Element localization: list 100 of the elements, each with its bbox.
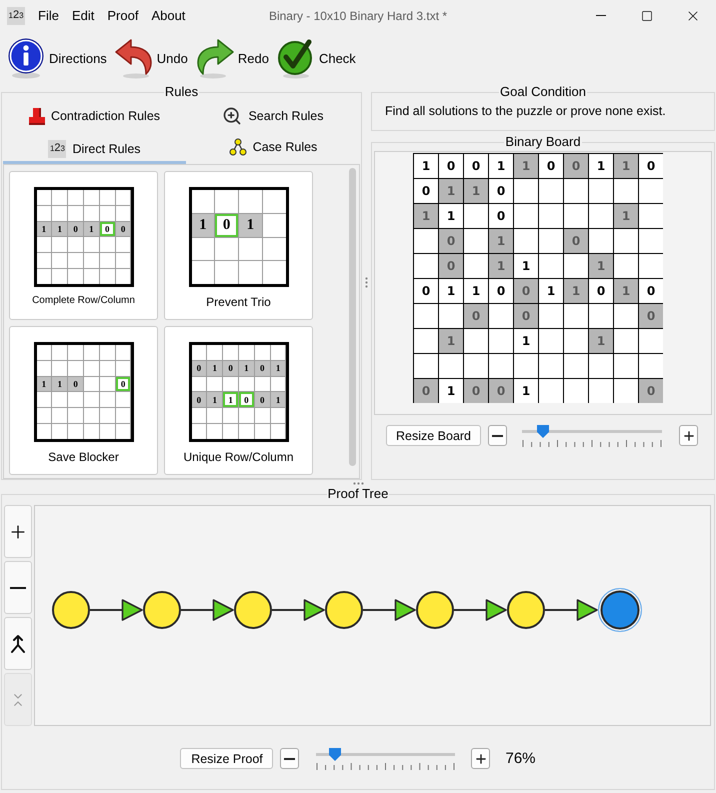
merge-button[interactable] <box>4 617 32 670</box>
board-cell[interactable]: 0 <box>489 204 513 228</box>
transition-arrow[interactable] <box>545 599 598 621</box>
rule-card[interactable]: 0 1 0 1 0 1 0 1 1 0 0 1 Unique Row/Column <box>164 326 313 475</box>
resize-board-button[interactable]: Resize Board <box>386 425 481 446</box>
board-cell[interactable] <box>564 304 588 328</box>
board-cell[interactable]: 1 <box>589 154 613 178</box>
minimize-icon[interactable] <box>596 15 606 16</box>
board-cell[interactable]: 1 <box>439 279 463 303</box>
board-cell[interactable] <box>639 329 663 353</box>
board-cell[interactable] <box>614 354 638 378</box>
board-cell[interactable] <box>614 254 638 278</box>
board-cell[interactable] <box>639 354 663 378</box>
board-cell[interactable] <box>514 179 538 203</box>
board-cell[interactable]: 1 <box>414 154 438 178</box>
rules-tab[interactable]: Contradiction Rules <box>3 102 186 133</box>
board-cell[interactable] <box>639 204 663 228</box>
board-cell[interactable]: 1 <box>514 379 538 403</box>
board-cell[interactable] <box>539 304 563 328</box>
board-cell[interactable] <box>464 329 488 353</box>
board-cell[interactable] <box>614 329 638 353</box>
board-cell[interactable] <box>639 179 663 203</box>
menu-item[interactable]: Edit <box>72 8 94 23</box>
board-cell[interactable] <box>589 379 613 403</box>
directions-button[interactable]: Directions <box>4 35 109 81</box>
scrollbar-thumb[interactable] <box>349 168 356 466</box>
board-cell[interactable]: 0 <box>414 279 438 303</box>
board-cell[interactable]: 1 <box>489 154 513 178</box>
board-cell[interactable] <box>564 204 588 228</box>
board-cell[interactable] <box>614 379 638 403</box>
board-cell[interactable] <box>439 354 463 378</box>
board-cell[interactable]: 0 <box>639 154 663 178</box>
board-cell[interactable] <box>614 229 638 253</box>
transition-arrow[interactable] <box>454 599 507 621</box>
undo-button[interactable]: Undo <box>112 35 190 81</box>
check-button[interactable]: Check <box>274 35 358 81</box>
board-cell[interactable] <box>514 204 538 228</box>
board-cell[interactable] <box>564 329 588 353</box>
transition-arrow[interactable] <box>181 599 234 621</box>
board-cell[interactable] <box>464 204 488 228</box>
menu-item[interactable]: File <box>38 8 59 23</box>
zoom-out-button[interactable] <box>280 748 300 769</box>
board-cell[interactable] <box>414 354 438 378</box>
zoom-in-button[interactable] <box>471 748 490 769</box>
board-cell[interactable] <box>439 304 463 328</box>
resize-proof-button[interactable]: Resize Proof <box>180 748 274 769</box>
board-cell[interactable] <box>489 354 513 378</box>
menu-item[interactable]: About <box>151 8 186 23</box>
board-cell[interactable] <box>539 204 563 228</box>
board-cell[interactable] <box>464 254 488 278</box>
board-cell[interactable] <box>564 254 588 278</box>
zoom-out-button[interactable] <box>4 561 32 614</box>
board-cell[interactable] <box>514 354 538 378</box>
board-cell[interactable] <box>539 229 563 253</box>
maximize-icon[interactable] <box>641 10 653 22</box>
board-cell[interactable]: 1 <box>439 379 463 403</box>
board-cell[interactable]: 0 <box>589 279 613 303</box>
board-cell[interactable] <box>489 304 513 328</box>
board-cell[interactable] <box>564 179 588 203</box>
board-cell[interactable] <box>464 354 488 378</box>
board-cell[interactable]: 0 <box>414 179 438 203</box>
board-cell[interactable]: 0 <box>539 154 563 178</box>
redo-button[interactable]: Redo <box>192 35 271 81</box>
board-cell[interactable] <box>564 354 588 378</box>
rule-card[interactable]: 1 1 0 0 Save Blocker <box>9 326 158 475</box>
board-cell[interactable]: 1 <box>514 254 538 278</box>
board-cell[interactable] <box>564 379 588 403</box>
zoom-in-button[interactable] <box>679 425 698 446</box>
zoom-out-button[interactable] <box>488 425 507 446</box>
transition-arrow[interactable] <box>272 599 325 621</box>
tree-node[interactable] <box>52 591 90 629</box>
board-cell[interactable]: 0 <box>489 179 513 203</box>
board-cell[interactable]: 1 <box>514 329 538 353</box>
menu-item[interactable]: Proof <box>107 8 138 23</box>
rule-card[interactable]: 1 1 0 1 0 0 Complete Row/Column <box>9 171 158 320</box>
board-cell[interactable] <box>589 204 613 228</box>
tree-node[interactable] <box>598 588 642 632</box>
board-cell[interactable] <box>639 254 663 278</box>
splitter-handle[interactable] <box>365 277 368 288</box>
transition-arrow[interactable] <box>363 599 416 621</box>
board-cell[interactable] <box>514 229 538 253</box>
board-cell[interactable]: 0 <box>489 279 513 303</box>
board-cell[interactable] <box>414 329 438 353</box>
board-cell[interactable] <box>489 329 513 353</box>
board-cell[interactable] <box>589 304 613 328</box>
slider-thumb[interactable] <box>537 425 550 438</box>
board-cell[interactable] <box>414 229 438 253</box>
board-cell[interactable] <box>614 304 638 328</box>
board-cell[interactable] <box>414 304 438 328</box>
board-cell[interactable] <box>539 254 563 278</box>
board-cell[interactable]: 1 <box>439 204 463 228</box>
board-cell[interactable]: 0 <box>464 154 488 178</box>
rules-tab[interactable]: Search Rules <box>186 102 360 133</box>
board-cell[interactable]: 0 <box>439 154 463 178</box>
board-cell[interactable] <box>639 229 663 253</box>
board-cell[interactable]: 1 <box>464 279 488 303</box>
board-cell[interactable] <box>539 379 563 403</box>
board-cell[interactable] <box>614 179 638 203</box>
board-cell[interactable] <box>464 229 488 253</box>
board-cell[interactable] <box>589 179 613 203</box>
